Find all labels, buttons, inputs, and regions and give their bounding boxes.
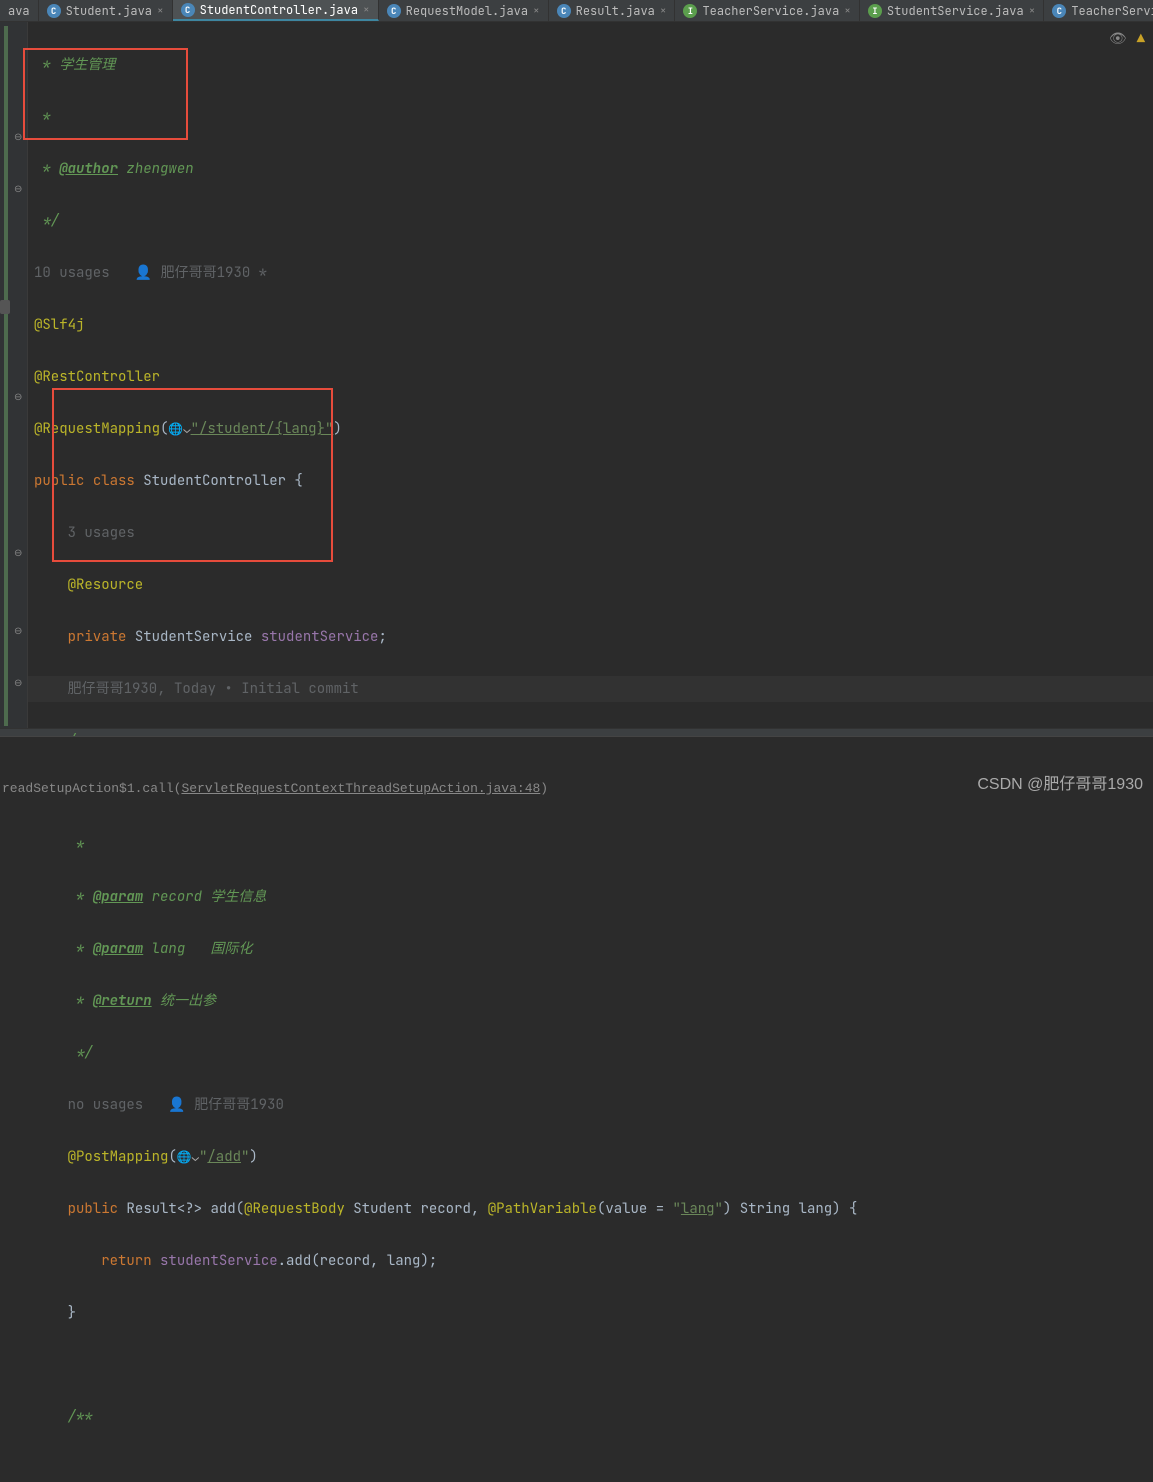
close-icon[interactable]: × [157,4,164,18]
fold-icon[interactable]: ⊖ [14,182,22,195]
gutter[interactable]: ⊖ ⊖ ⊖ ⊖ ⊖ ⊖ [0,22,28,728]
fold-icon[interactable]: ⊖ [14,546,22,559]
interface-icon: I [683,4,697,18]
marker-icon[interactable] [0,300,10,314]
close-icon[interactable]: × [1029,4,1036,18]
tab-label: StudentService.java [887,3,1024,19]
comment-line: * [28,104,1153,130]
close-icon[interactable]: × [660,4,667,18]
code-line: @PostMapping(🌐⌄"/add") [28,1144,1153,1170]
comment-line: */ [28,1040,1153,1066]
comment-line: * 学生管理 [28,52,1153,78]
inlay-hint: 10 usages 👤 肥仔哥哥1930 * [28,260,1153,286]
tab-requestmodel[interactable]: C RequestModel.java × [379,0,549,21]
close-icon[interactable]: × [363,3,370,17]
tab-label: TeacherServiceImpl.java [1071,3,1153,19]
tab-label: TeacherService.java [702,3,839,19]
class-icon: C [181,3,195,17]
comment-line: * @param lang 国际化 [28,936,1153,962]
fold-icon[interactable]: ⊖ [14,130,22,143]
class-icon: C [557,4,571,18]
code-line: @RequestMapping(🌐⌄"/student/{lang}") [28,416,1153,442]
tab-studentservice[interactable]: I StudentService.java × [860,0,1044,21]
editor-area: 👁 ▲ ⊖ ⊖ ⊖ ⊖ ⊖ ⊖ * 学生管理 * * @author zheng… [0,22,1153,728]
comment-line: * @param record 学生信息 [28,884,1153,910]
watermark: CSDN @肥仔哥哥1930 [977,770,1143,794]
code-line: } [28,1300,1153,1326]
editor-tabs: ava C Student.java × C StudentController… [0,0,1153,22]
tab-studentcontroller[interactable]: C StudentController.java × [173,0,379,21]
comment-line: * [28,832,1153,858]
code-line: @Slf4j [28,312,1153,338]
tab-label: Result.java [576,3,655,19]
inlay-hint: no usages 👤 肥仔哥哥1930 [28,1092,1153,1118]
interface-icon: I [868,4,882,18]
class-icon: C [387,4,401,18]
tab-result[interactable]: C Result.java × [549,0,676,21]
tab-label: ava [8,3,30,19]
code-line: public class StudentController { [28,468,1153,494]
close-icon[interactable]: × [533,4,540,18]
code-line: public Result<?> add(@RequestBody Studen… [28,1196,1153,1222]
fold-icon[interactable]: ⊖ [14,390,22,403]
globe-icon: 🌐⌄ [168,421,190,437]
stacktrace-line[interactable]: readSetupAction$1.call(ServletRequestCon… [0,781,548,796]
code-line: private StudentService studentService; [28,624,1153,650]
tab-label: StudentController.java [200,2,358,18]
code-line: @Resource [28,572,1153,598]
comment-line: /** [28,1404,1153,1430]
tab-student[interactable]: C Student.java × [39,0,173,21]
comment-line: */ [28,208,1153,234]
close-icon[interactable]: × [844,4,851,18]
tab-label: Student.java [66,3,152,19]
tab-teacherserviceimpl[interactable]: C TeacherServiceImpl.java × [1044,0,1153,21]
comment-line: * @return 统一出参 [28,988,1153,1014]
fold-icon[interactable]: ⊖ [14,676,22,689]
vcs-annotation: 肥仔哥哥1930, Today • Initial commit [28,676,1153,702]
code-line: return studentService.add(record, lang); [28,1248,1153,1274]
blank-line [28,1352,1153,1378]
class-icon: C [47,4,61,18]
fold-icon[interactable]: ⊖ [14,624,22,637]
tab-0[interactable]: ava [0,0,39,21]
code-line: @RestController [28,364,1153,390]
tab-teacherservice[interactable]: I TeacherService.java × [675,0,859,21]
globe-icon: 🌐⌄ [177,1149,199,1165]
comment-line: * @author zhengwen [28,156,1153,182]
tab-label: RequestModel.java [406,3,528,19]
inlay-hint: 3 usages [28,520,1153,546]
class-icon: C [1052,4,1066,18]
